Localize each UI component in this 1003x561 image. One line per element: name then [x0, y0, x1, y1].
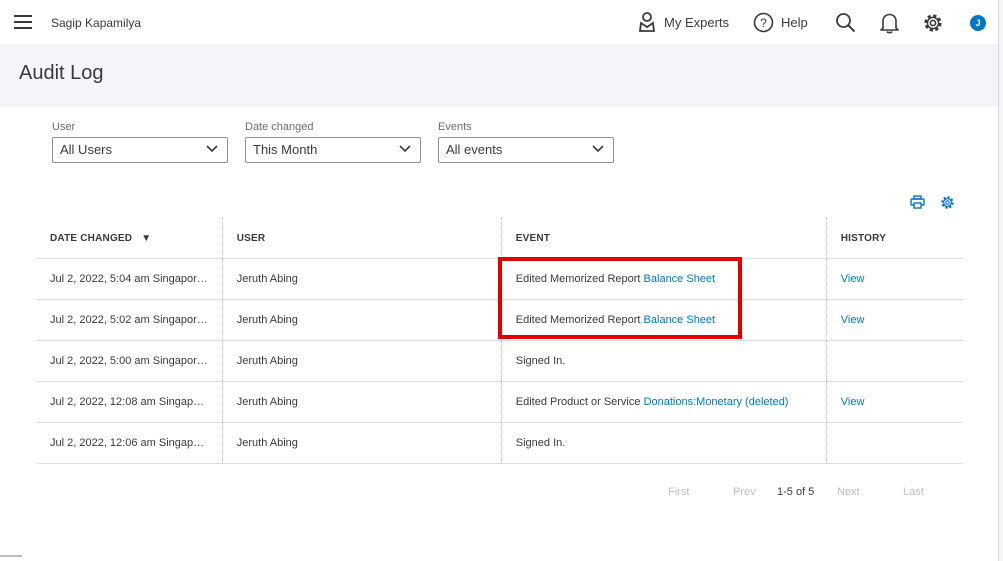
- highlight-box: [498, 257, 742, 339]
- row-history: View: [825, 299, 963, 341]
- date-filter-label: Date changed: [245, 121, 314, 133]
- column-event: EVENT: [500, 218, 827, 259]
- help-label: Help: [781, 15, 808, 30]
- event-text: Signed In.: [515, 355, 566, 367]
- row-date: Jul 2, 2022, 5:04 am Singapor…: [36, 258, 223, 300]
- my-experts-button[interactable]: My Experts: [638, 12, 729, 32]
- table-settings-button[interactable]: [940, 195, 955, 215]
- events-filter: Events All events: [438, 121, 614, 163]
- table-row: Jul 2, 2022, 12:06 am Singap… Jeruth Abi…: [36, 422, 963, 464]
- help-button[interactable]: ? Help: [753, 12, 808, 33]
- pagination-first[interactable]: First: [668, 486, 689, 498]
- column-user: USER: [221, 218, 502, 259]
- avatar[interactable]: J: [970, 15, 986, 31]
- event-text: Edited Product or Service: [515, 396, 644, 408]
- print-icon: [910, 195, 925, 209]
- gear-icon: [924, 14, 942, 32]
- settings-icon: [941, 196, 954, 209]
- bell-icon: [880, 13, 899, 34]
- event-text: Signed In.: [515, 437, 566, 449]
- row-history: [825, 340, 963, 382]
- sort-desc-icon: ▼: [141, 232, 152, 244]
- notifications-button[interactable]: [880, 12, 899, 34]
- my-experts-label: My Experts: [664, 14, 730, 30]
- chevron-down-icon: [399, 145, 411, 153]
- menu-icon[interactable]: [14, 15, 32, 29]
- top-bar: Sagip Kapamilya My Experts ? Help J: [0, 0, 998, 45]
- row-event: Edited Product or Service Donations:Mone…: [500, 381, 827, 423]
- table-row: Jul 2, 2022, 5:00 am Singapor… Jeruth Ab…: [36, 340, 963, 382]
- person-icon: [638, 12, 656, 32]
- column-date-changed[interactable]: DATE CHANGED ▼: [36, 218, 223, 259]
- column-history: HISTORY: [825, 218, 963, 259]
- row-history: View: [825, 258, 963, 300]
- row-user: Jeruth Abing: [221, 381, 502, 423]
- column-date-label: DATE CHANGED: [50, 232, 133, 244]
- row-user: Jeruth Abing: [221, 299, 502, 341]
- window-edge: [998, 0, 1003, 561]
- user-filter-label: User: [52, 121, 76, 133]
- user-select[interactable]: All Users: [52, 137, 228, 163]
- history-view-link[interactable]: View: [841, 314, 865, 326]
- events-select-value: All events: [446, 142, 503, 157]
- chevron-down-icon: [206, 145, 218, 153]
- date-select[interactable]: This Month: [245, 137, 421, 163]
- events-select[interactable]: All events: [438, 137, 614, 163]
- history-view-link[interactable]: View: [841, 273, 865, 285]
- row-user: Jeruth Abing: [221, 258, 502, 300]
- row-history: [825, 422, 963, 464]
- row-user: Jeruth Abing: [221, 422, 502, 464]
- table-header-row: DATE CHANGED ▼ USER EVENT HISTORY: [36, 218, 963, 259]
- audit-log-table: DATE CHANGED ▼ USER EVENT HISTORY Jul 2,…: [36, 218, 963, 464]
- row-event: Signed In.: [500, 422, 827, 464]
- company-name: Sagip Kapamilya: [51, 16, 142, 30]
- pagination-next[interactable]: Next: [837, 486, 860, 498]
- search-button[interactable]: [835, 12, 856, 33]
- row-date: Jul 2, 2022, 12:08 am Singap…: [36, 381, 223, 423]
- row-event: Signed In.: [500, 340, 827, 382]
- events-filter-label: Events: [438, 121, 472, 133]
- date-filter: Date changed This Month: [245, 121, 421, 163]
- pagination-last[interactable]: Last: [903, 486, 924, 498]
- event-link[interactable]: Donations:Monetary (deleted): [644, 396, 789, 408]
- pagination-prev[interactable]: Prev: [733, 486, 756, 498]
- print-button[interactable]: [910, 195, 925, 214]
- row-history: View: [825, 381, 963, 423]
- svg-text:?: ?: [760, 16, 767, 30]
- history-view-link[interactable]: View: [841, 396, 865, 408]
- help-icon: ?: [753, 12, 774, 33]
- search-icon: [836, 13, 856, 33]
- pagination-range: 1-5 of 5: [777, 486, 815, 498]
- row-user: Jeruth Abing: [221, 340, 502, 382]
- divider: [0, 555, 22, 557]
- row-date: Jul 2, 2022, 5:02 am Singapor…: [36, 299, 223, 341]
- chevron-down-icon: [592, 145, 604, 153]
- settings-button[interactable]: [922, 12, 944, 34]
- row-date: Jul 2, 2022, 12:06 am Singap…: [36, 422, 223, 464]
- user-select-value: All Users: [60, 142, 113, 157]
- date-select-value: This Month: [253, 142, 318, 157]
- page-header: [0, 44, 998, 107]
- user-filter: User All Users: [52, 121, 228, 163]
- row-date: Jul 2, 2022, 5:00 am Singapor…: [36, 340, 223, 382]
- page-title: Audit Log: [19, 62, 104, 84]
- table-row: Jul 2, 2022, 12:08 am Singap… Jeruth Abi…: [36, 381, 963, 423]
